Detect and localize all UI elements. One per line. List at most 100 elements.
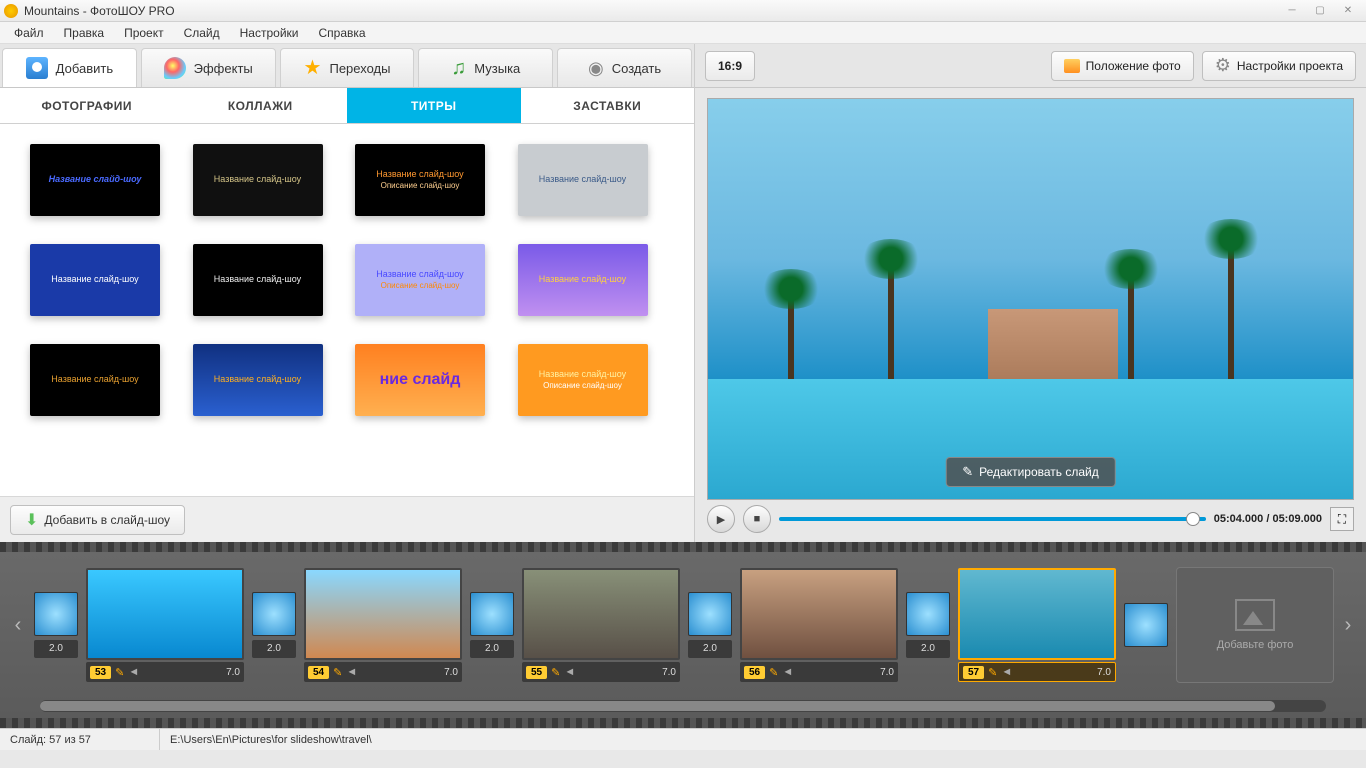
title-template[interactable]: Название слайд-шоу: [30, 244, 160, 316]
title-template[interactable]: Название слайд-шоу: [193, 244, 323, 316]
slide-duration[interactable]: 7.0: [880, 667, 894, 678]
menu-edit[interactable]: Правка: [56, 24, 113, 42]
slide-duration[interactable]: 7.0: [444, 667, 458, 678]
tab-transitions[interactable]: ★ Переходы: [280, 48, 415, 87]
tab-create[interactable]: ◉ Создать: [557, 48, 692, 87]
pencil-icon[interactable]: ✎: [769, 666, 778, 679]
transition-thumb[interactable]: [906, 592, 950, 636]
sound-icon[interactable]: ◄: [346, 666, 357, 678]
transition-duration[interactable]: 2.0: [252, 640, 296, 658]
slide-thumb[interactable]: [86, 568, 244, 660]
menu-help[interactable]: Справка: [310, 24, 373, 42]
gear-icon: ⚙: [1215, 55, 1231, 76]
image-placeholder-icon: [1235, 599, 1275, 631]
menu-project[interactable]: Проект: [116, 24, 172, 42]
close-button[interactable]: ✕: [1334, 2, 1362, 20]
edit-slide-button[interactable]: ✎ Редактировать слайд: [945, 457, 1116, 487]
title-template[interactable]: Название слайд-шоу: [518, 244, 648, 316]
subtab-photos[interactable]: ФОТОГРАФИИ: [0, 88, 174, 123]
transition-thumb[interactable]: [688, 592, 732, 636]
transition-thumb[interactable]: [1124, 603, 1168, 647]
slide-number: 55: [526, 666, 547, 679]
preview-toolbar: 16:9 Положение фото ⚙ Настройки проекта: [695, 44, 1366, 88]
timeline-track: ‹ 2.053✎◄7.02.054✎◄7.02.055✎◄7.02.056✎◄7…: [0, 552, 1366, 698]
title-template[interactable]: Название слайд-шоу: [193, 144, 323, 216]
pencil-icon[interactable]: ✎: [988, 666, 997, 679]
subtab-titles[interactable]: ТИТРЫ: [347, 88, 521, 123]
timeline-scroll-thumb[interactable]: [40, 701, 1275, 711]
add-to-slideshow-button[interactable]: ⬇ Добавить в слайд-шоу: [10, 505, 185, 535]
slide-info: 57✎◄7.0: [958, 662, 1116, 682]
title-template[interactable]: Название слайд-шоуОписание слайд-шоу: [518, 344, 648, 416]
title-template[interactable]: Название слайд-шоу: [193, 344, 323, 416]
preview-viewport[interactable]: ✎ Редактировать слайд: [707, 98, 1354, 500]
timeline-slide[interactable]: 53✎◄7.0: [86, 568, 244, 682]
aspect-ratio-button[interactable]: 16:9: [705, 51, 755, 81]
transition-thumb[interactable]: [470, 592, 514, 636]
slide-thumb[interactable]: [740, 568, 898, 660]
menu-file[interactable]: Файл: [6, 24, 52, 42]
title-template[interactable]: ние слайд: [355, 344, 485, 416]
title-template[interactable]: Название слайд-шоуОписание слайд-шоу: [355, 244, 485, 316]
tab-effects[interactable]: Эффекты: [141, 48, 276, 87]
music-icon: ♫: [451, 57, 466, 80]
pencil-icon: ✎: [962, 464, 973, 480]
tab-music-label: Музыка: [474, 61, 520, 76]
timeline-slide[interactable]: 54 ✎ ◄ 7.0: [304, 568, 462, 682]
progress-handle[interactable]: [1186, 512, 1200, 526]
tab-add[interactable]: Добавить: [2, 48, 137, 87]
transition-duration[interactable]: 2.0: [688, 640, 732, 658]
sub-tabs: ФОТОГРАФИИ КОЛЛАЖИ ТИТРЫ ЗАСТАВКИ: [0, 88, 694, 124]
timeline-prev-button[interactable]: ‹: [10, 614, 26, 637]
title-template[interactable]: Название слайд-шоу: [30, 144, 160, 216]
stop-button[interactable]: ■: [743, 505, 771, 533]
transition-thumb[interactable]: [34, 592, 78, 636]
slide-duration[interactable]: 7.0: [226, 667, 240, 678]
pencil-icon[interactable]: ✎: [115, 666, 124, 679]
transition-duration[interactable]: 2.0: [906, 640, 950, 658]
slide-duration[interactable]: 7.0: [662, 667, 676, 678]
title-template[interactable]: Название слайд-шоу: [30, 344, 160, 416]
slide-info: 53✎◄7.0: [86, 662, 244, 682]
transition-thumb[interactable]: [252, 592, 296, 636]
timeline-next-button[interactable]: ›: [1340, 614, 1356, 637]
slide-thumb[interactable]: [304, 568, 462, 660]
slide-duration[interactable]: 7.0: [1097, 667, 1111, 678]
fullscreen-button[interactable]: ⛶: [1330, 507, 1354, 531]
slide-thumb[interactable]: [958, 568, 1116, 660]
status-slide-counter: Слайд: 57 из 57: [0, 729, 160, 750]
sound-icon[interactable]: ◄: [782, 666, 793, 678]
menu-settings[interactable]: Настройки: [232, 24, 307, 42]
menu-slide[interactable]: Слайд: [176, 24, 228, 42]
project-settings-button[interactable]: ⚙ Настройки проекта: [1202, 51, 1356, 81]
slide-info: 56✎◄7.0: [740, 662, 898, 682]
edit-slide-label: Редактировать слайд: [979, 465, 1099, 479]
slide-number: 54: [308, 666, 329, 679]
sound-icon[interactable]: ◄: [128, 666, 139, 678]
timeline-scrollbar[interactable]: [40, 700, 1326, 712]
time-display: 05:04.000 / 05:09.000: [1214, 513, 1322, 525]
transition-duration[interactable]: 2.0: [34, 640, 78, 658]
timeline-slide[interactable]: 56✎◄7.0: [740, 568, 898, 682]
tab-music[interactable]: ♫ Музыка: [418, 48, 553, 87]
sound-icon[interactable]: ◄: [1001, 666, 1012, 678]
palette-icon: [164, 57, 186, 79]
play-button[interactable]: ▶: [707, 505, 735, 533]
timeline-slide[interactable]: 57✎◄7.0: [958, 568, 1116, 682]
timeline-slide[interactable]: 55 ✎ ◄ 7.0: [522, 568, 680, 682]
pencil-icon[interactable]: ✎: [333, 666, 342, 679]
pencil-icon[interactable]: ✎: [551, 666, 560, 679]
subtab-collages[interactable]: КОЛЛАЖИ: [174, 88, 348, 123]
sound-icon[interactable]: ◄: [564, 666, 575, 678]
add-photo-label: Добавьте фото: [1217, 639, 1294, 651]
title-template[interactable]: Название слайд-шоуОписание слайд-шоу: [355, 144, 485, 216]
transition-duration[interactable]: 2.0: [470, 640, 514, 658]
title-template[interactable]: Название слайд-шоу: [518, 144, 648, 216]
slide-thumb[interactable]: [522, 568, 680, 660]
progress-slider[interactable]: [779, 517, 1206, 521]
photo-position-button[interactable]: Положение фото: [1051, 51, 1194, 81]
minimize-button[interactable]: ─: [1278, 2, 1306, 20]
subtab-intros[interactable]: ЗАСТАВКИ: [521, 88, 695, 123]
add-photo-button[interactable]: Добавьте фото: [1176, 567, 1334, 683]
maximize-button[interactable]: ▢: [1306, 2, 1334, 20]
